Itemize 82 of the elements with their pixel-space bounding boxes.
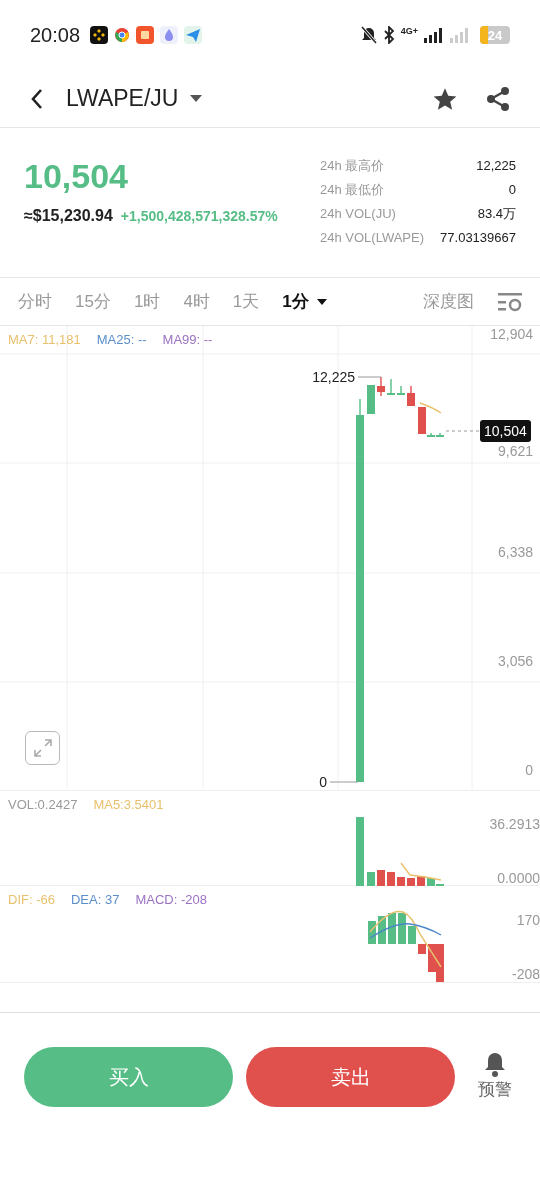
volume-bar [397,877,405,886]
macd-bar [408,926,416,944]
interval-tab[interactable]: 1时 [133,288,161,315]
axis-label: 6,338 [497,544,533,560]
indicator-label: VOL:0.2427 [8,796,78,814]
macd-bar [368,921,376,944]
stat-value: 77.03139667 [440,229,516,248]
last-price-tag: 10,504 [480,420,531,442]
stat-label: 24h VOL(LWAPE) [320,229,425,248]
interval-tab[interactable]: 分时 [18,288,52,315]
pair-selector[interactable]: LWAPE/JU [66,81,203,116]
macd-bar [388,913,396,944]
stat-value: 83.4万 [477,205,516,224]
alert-button[interactable]: 预警 [478,1051,512,1103]
axis-label: 12,904 [490,326,533,342]
network-label: 4G+ [400,26,418,36]
high-price-label: 12,225 [312,369,355,385]
interval-tab[interactable]: 1分 [282,288,327,315]
stat-value: 0 [508,181,516,200]
stat-label: 24h VOL(JU) [320,205,396,224]
bluetooth-icon [382,26,395,44]
interval-tab[interactable]: 1天 [232,288,260,315]
axis-label: 9,621 [497,443,533,459]
volume-bar [377,870,385,886]
macd-bar [398,913,406,944]
sell-button[interactable]: 卖出 [246,1047,455,1107]
candle [397,385,405,395]
leader-line [357,376,382,378]
paper-plane-app-icon [184,26,203,44]
volume-bar [407,878,415,886]
leader-line [329,781,359,783]
signal-icon [424,27,444,43]
indicator-label: MACD: -208 [135,891,207,909]
chart-settings-icon[interactable] [498,291,522,312]
moving-average-line [419,402,442,414]
muted-bell-icon [360,26,377,44]
price-change: +1,500,428,571,328.57% [120,207,278,226]
share-icon[interactable] [486,85,510,112]
volume-bar [356,817,364,886]
clock: 20:08 [30,23,81,48]
drop-app-icon [160,26,179,44]
axis-label: 36.2913 [489,816,540,832]
last-price-line [445,430,481,432]
diamond-app-icon [90,26,109,44]
stat-label: 24h 最低价 [320,181,385,200]
moving-average-line [400,862,442,881]
bell-icon [484,1051,506,1078]
indicator-label: DIF: -66 [8,891,55,909]
axis-label: -208 [511,966,540,982]
axis-label: 0.0000 [497,870,540,886]
buy-button[interactable]: 买入 [24,1047,233,1107]
shop-app-icon [136,26,155,44]
caret-icon [190,94,203,103]
back-button[interactable] [30,87,44,110]
axis-label: 3,056 [497,653,533,669]
indicator-label: MA99: -- [162,331,213,349]
indicator-label: MA25: -- [96,331,147,349]
macd-bar [418,944,426,954]
indicator-label: MA7: 11,181 [8,331,81,349]
last-price: 10,504 [24,156,129,196]
stat-value: 12,225 [476,157,516,176]
fiat-price: ≈$15,230.94 [24,206,113,226]
signal-icon [450,27,470,43]
macd-bar [378,916,386,944]
low-price-label: 0 [319,774,327,790]
candle [367,384,375,415]
axis-label: 170 [516,912,540,928]
indicator-label: DEA: 37 [70,891,120,909]
stat-label: 24h 最高价 [320,157,385,176]
depth-chart-tab[interactable]: 深度图 [423,288,474,315]
candle [387,378,395,395]
caret-icon [316,298,327,305]
interval-tab[interactable]: 4时 [183,288,210,315]
interval-tab[interactable]: 15分 [75,288,111,315]
candle [407,385,415,407]
volume-bar [367,872,375,886]
axis-label: 0 [525,762,533,778]
volume-bar [387,872,395,886]
browser-app-icon [114,27,131,43]
volume-bar [417,876,425,886]
candle [377,376,385,397]
indicator-label: MA5:3.5401 [93,796,164,814]
